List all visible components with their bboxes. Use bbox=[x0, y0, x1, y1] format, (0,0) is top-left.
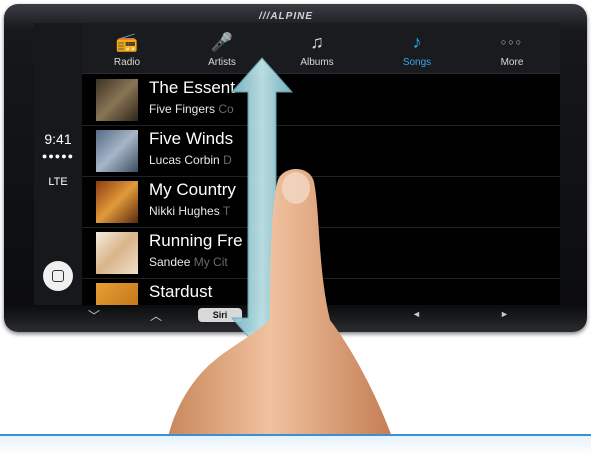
gesture-overlay bbox=[165, 57, 398, 453]
page-footer-stripe bbox=[0, 434, 591, 455]
finger-icon bbox=[165, 168, 398, 453]
